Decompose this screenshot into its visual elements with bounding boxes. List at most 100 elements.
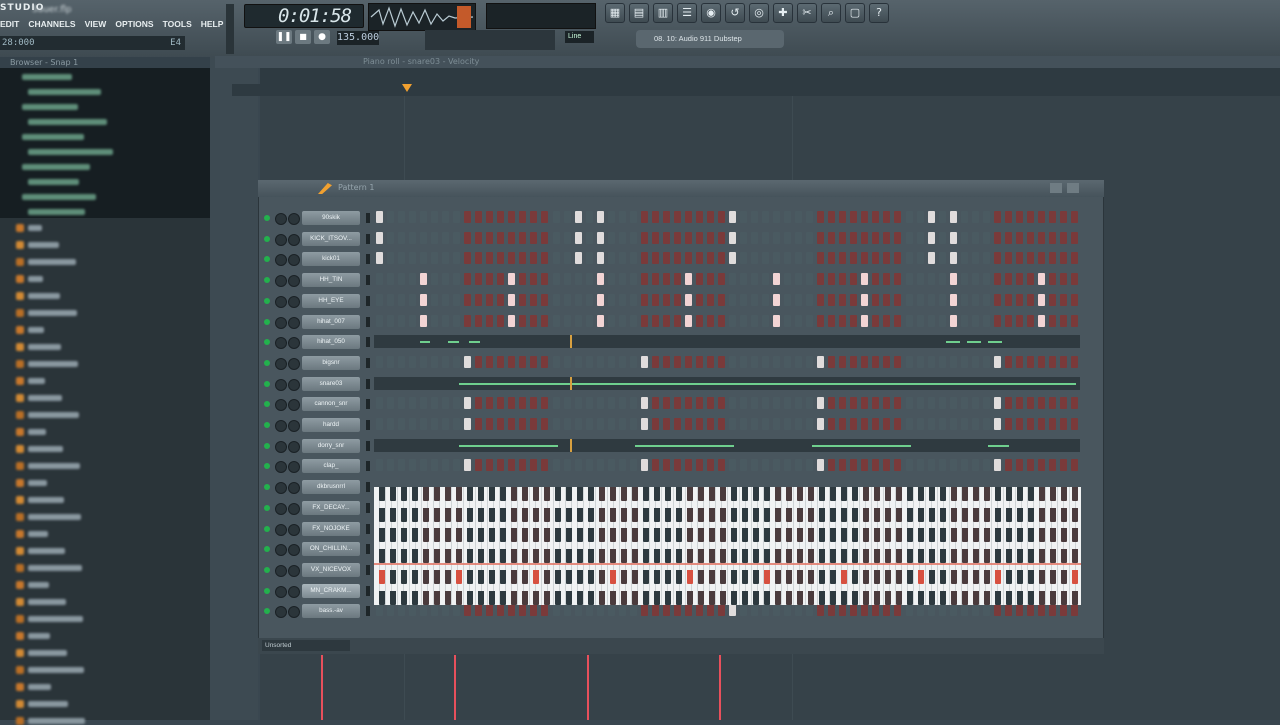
step-off[interactable]: [706, 418, 714, 430]
step-key[interactable]: [951, 507, 957, 522]
step-off[interactable]: [1004, 252, 1012, 265]
step-off[interactable]: [993, 604, 1001, 617]
step-off[interactable]: [894, 459, 902, 472]
velocity-bar[interactable]: [454, 655, 456, 720]
step-key[interactable]: [489, 507, 495, 522]
step-key[interactable]: [775, 528, 781, 543]
step-key[interactable]: [940, 569, 946, 584]
folder-icon[interactable]: [16, 292, 24, 300]
step-off[interactable]: [497, 211, 505, 223]
step-key[interactable]: [1050, 549, 1056, 564]
step-key[interactable]: [830, 549, 836, 564]
step-on[interactable]: [596, 231, 604, 244]
step-off[interactable]: [387, 231, 395, 244]
note[interactable]: [419, 341, 431, 344]
step-off[interactable]: [729, 293, 736, 306]
step-key[interactable]: [929, 590, 935, 605]
step-off[interactable]: [431, 273, 439, 286]
step-off[interactable]: [927, 314, 935, 327]
step-off[interactable]: [475, 252, 483, 265]
step-key[interactable]: [742, 507, 748, 522]
step-key[interactable]: [775, 549, 781, 564]
step-on[interactable]: [596, 211, 604, 223]
step-off[interactable]: [729, 418, 736, 430]
step-on[interactable]: [508, 273, 516, 286]
step-off[interactable]: [596, 397, 604, 410]
channel-active-led[interactable]: [264, 463, 270, 470]
step-key[interactable]: [709, 507, 715, 522]
step-off[interactable]: [1059, 604, 1067, 617]
step-key[interactable]: [830, 569, 836, 584]
step-on[interactable]: [729, 604, 736, 617]
graph-editor-icon[interactable]: [1050, 183, 1062, 193]
step-key[interactable]: [544, 507, 550, 522]
step-on[interactable]: [640, 397, 648, 410]
browser-item[interactable]: [22, 104, 78, 110]
step-off[interactable]: [420, 252, 428, 265]
step-off[interactable]: [795, 397, 803, 410]
step-off[interactable]: [453, 231, 461, 244]
step-off[interactable]: [1015, 293, 1023, 306]
step-off[interactable]: [806, 397, 814, 410]
step-key[interactable]: [1028, 507, 1034, 522]
step-off[interactable]: [982, 314, 990, 327]
pan-knob[interactable]: [275, 440, 287, 453]
step-off[interactable]: [651, 211, 659, 223]
step-key[interactable]: [1017, 569, 1023, 584]
step-off[interactable]: [1026, 293, 1034, 306]
step-off[interactable]: [508, 211, 516, 223]
step-off[interactable]: [398, 252, 406, 265]
step-off[interactable]: [464, 293, 472, 306]
record-icon[interactable]: ◎: [749, 3, 769, 23]
step-key[interactable]: [445, 549, 451, 564]
volume-knob[interactable]: [288, 316, 300, 329]
step-on[interactable]: [949, 314, 957, 327]
step-off[interactable]: [1015, 459, 1023, 472]
step-key[interactable]: [522, 528, 528, 543]
channel-select-indicator[interactable]: [366, 482, 370, 493]
step-key[interactable]: [676, 590, 682, 605]
pan-knob[interactable]: [275, 544, 287, 557]
velocity-bar[interactable]: [587, 655, 589, 720]
step-off[interactable]: [751, 273, 759, 286]
folder-icon[interactable]: [16, 666, 24, 674]
step-key[interactable]: [753, 590, 759, 605]
step-key[interactable]: [1061, 549, 1067, 564]
step-off[interactable]: [883, 314, 891, 327]
folder-icon[interactable]: [16, 258, 24, 266]
step-key[interactable]: [1028, 549, 1034, 564]
step-key[interactable]: [434, 487, 440, 501]
step-key[interactable]: [819, 528, 825, 543]
step-off[interactable]: [982, 211, 990, 223]
step-key[interactable]: [566, 569, 572, 584]
step-off[interactable]: [706, 231, 714, 244]
step-on[interactable]: [993, 418, 1001, 430]
step-off[interactable]: [530, 604, 538, 617]
step-key[interactable]: [984, 528, 990, 543]
step-key[interactable]: [962, 569, 968, 584]
step-on[interactable]: [729, 231, 736, 244]
step-off[interactable]: [552, 293, 560, 306]
step-off[interactable]: [806, 314, 814, 327]
step-off[interactable]: [530, 397, 538, 410]
step-key[interactable]: [1072, 507, 1078, 522]
step-off[interactable]: [662, 397, 670, 410]
step-off[interactable]: [497, 293, 505, 306]
step-key[interactable]: [423, 528, 429, 543]
step-off[interactable]: [751, 211, 759, 223]
step-off[interactable]: [751, 231, 759, 244]
step-on[interactable]: [464, 459, 472, 472]
step-off[interactable]: [850, 314, 858, 327]
step-key[interactable]: [764, 590, 770, 605]
channel-button[interactable]: KICK_ITSOV...: [302, 231, 360, 246]
step-key[interactable]: [841, 590, 847, 605]
step-key[interactable]: [764, 507, 770, 522]
folder-icon[interactable]: [16, 360, 24, 368]
step-key[interactable]: [918, 569, 924, 584]
step-key[interactable]: [500, 528, 506, 543]
step-off[interactable]: [927, 604, 935, 617]
step-off[interactable]: [673, 397, 681, 410]
step-off[interactable]: [376, 273, 383, 286]
channel-button[interactable]: FX_DECAY...: [302, 500, 360, 515]
step-off[interactable]: [519, 355, 527, 368]
